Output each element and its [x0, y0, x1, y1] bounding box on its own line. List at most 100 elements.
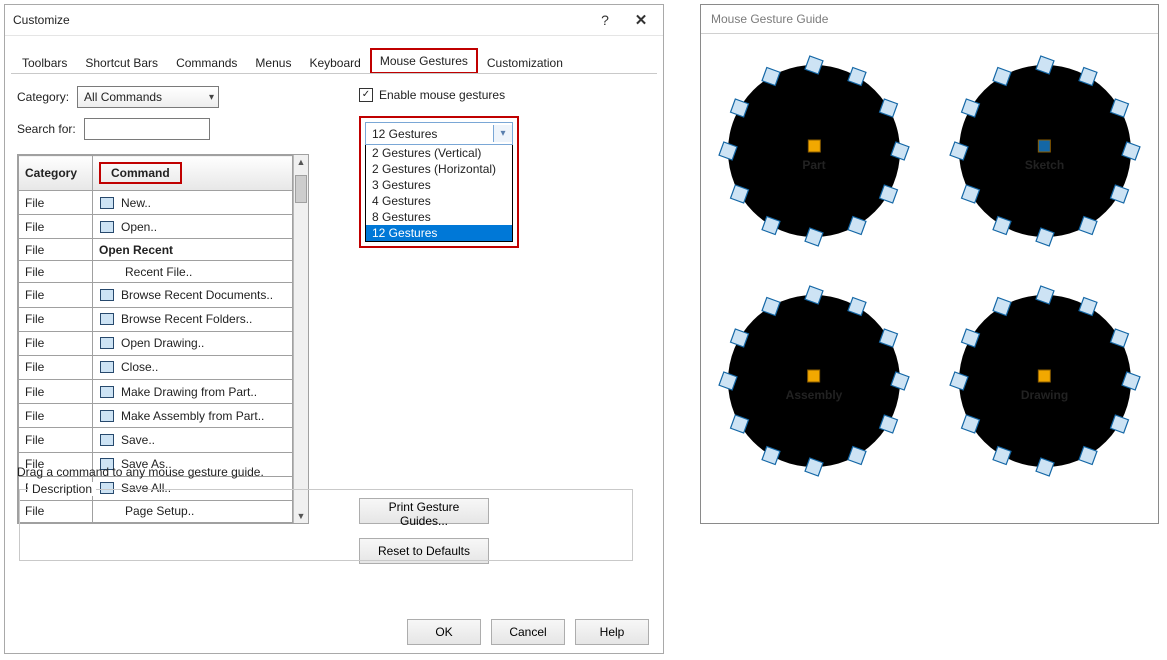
table-row[interactable]: File Close..	[19, 355, 293, 379]
col-header-command[interactable]: Command	[93, 156, 293, 191]
cell-command: Save..	[93, 428, 293, 452]
enable-gestures-label: Enable mouse gestures	[379, 88, 505, 102]
gesture-option[interactable]: 4 Gestures	[366, 193, 512, 209]
command-label: Open..	[121, 220, 157, 234]
gesture-option[interactable]: 2 Gestures (Vertical)	[366, 145, 512, 161]
cell-command: Open Recent	[93, 239, 293, 261]
search-for-label: Search for:	[17, 122, 76, 136]
command-label: New..	[121, 196, 151, 210]
close-doc-icon	[99, 359, 115, 375]
cell-command: Open Drawing..	[93, 331, 293, 355]
gesture-ring-part[interactable]: Part	[709, 46, 919, 256]
scroll-thumb[interactable]	[295, 175, 307, 203]
dropdown-arrow-icon: ▾	[493, 125, 512, 142]
cell-category: File	[19, 331, 93, 355]
dialog-titlebar: Customize ? ✕	[5, 5, 663, 36]
save-icon	[99, 432, 115, 448]
gesture-count-value: 12 Gestures	[372, 127, 437, 141]
open-drawing-icon	[99, 335, 115, 351]
command-label: Make Drawing from Part..	[121, 385, 257, 399]
make-drawing-icon	[99, 384, 115, 400]
make-assembly-icon	[99, 408, 115, 424]
cell-category: File	[19, 283, 93, 307]
gesture-option[interactable]: 2 Gestures (Horizontal)	[366, 161, 512, 177]
tab-mouse-gestures[interactable]: Mouse Gestures	[370, 48, 478, 74]
command-label: Browse Recent Folders..	[121, 312, 252, 326]
gesture-option[interactable]: 8 Gestures	[366, 209, 512, 225]
table-row[interactable]: File Open Recent	[19, 239, 293, 261]
tabstrip: Toolbars Shortcut Bars Commands Menus Ke…	[5, 36, 663, 74]
gesture-count-dropdown[interactable]: 12 Gestures ▾	[365, 122, 513, 145]
command-label: Open Recent	[99, 243, 173, 257]
table-row[interactable]: File Open..	[19, 215, 293, 239]
category-label: Category:	[17, 90, 69, 104]
table-row[interactable]: File Recent File..	[19, 261, 293, 283]
cell-category: File	[19, 428, 93, 452]
enable-gestures-checkbox[interactable]: ✓	[359, 88, 373, 102]
gesture-guide-title: Mouse Gesture Guide	[701, 5, 1158, 34]
description-groupbox: Description	[19, 489, 633, 561]
cell-category: File	[19, 261, 93, 283]
recent-docs-icon	[99, 287, 115, 303]
tab-keyboard[interactable]: Keyboard	[300, 51, 369, 74]
cell-command: Make Assembly from Part..	[93, 404, 293, 428]
close-button[interactable]: ✕	[623, 7, 659, 33]
dialog-title: Customize	[13, 13, 587, 27]
instruction-text: Drag a command to any mouse gesture guid…	[17, 465, 264, 479]
scroll-up-arrow-icon[interactable]: ▲	[294, 155, 308, 169]
command-label: Recent File..	[125, 265, 192, 279]
blank-page-icon	[99, 195, 115, 211]
command-label: Close..	[121, 360, 158, 374]
dropdown-arrow-icon: ▾	[209, 92, 214, 103]
customize-dialog: Customize ? ✕ Toolbars Shortcut Bars Com…	[4, 4, 664, 654]
table-row[interactable]: File Browse Recent Documents..	[19, 283, 293, 307]
cell-command: Browse Recent Documents..	[93, 283, 293, 307]
gesture-count-area: 12 Gestures ▾ 2 Gestures (Vertical)2 Ges…	[359, 116, 519, 248]
command-label: Open Drawing..	[121, 336, 204, 350]
table-row[interactable]: File Make Drawing from Part..	[19, 380, 293, 404]
tab-menus[interactable]: Menus	[246, 51, 300, 74]
search-input[interactable]	[84, 118, 210, 140]
tab-customization[interactable]: Customization	[478, 51, 572, 74]
open-folder-icon	[99, 219, 115, 235]
command-label: Browse Recent Documents..	[121, 288, 273, 302]
cell-category: File	[19, 355, 93, 379]
tab-shortcut-bars[interactable]: Shortcut Bars	[76, 51, 167, 74]
gesture-ring-drawing[interactable]: Drawing	[940, 276, 1150, 486]
table-row[interactable]: File Browse Recent Folders..	[19, 307, 293, 331]
category-combo-value: All Commands	[84, 90, 162, 104]
tab-toolbars[interactable]: Toolbars	[13, 51, 76, 74]
ok-button[interactable]: OK	[407, 619, 481, 645]
help-button[interactable]: Help	[575, 619, 649, 645]
command-label: Make Assembly from Part..	[121, 409, 264, 423]
gesture-option[interactable]: 3 Gestures	[366, 177, 512, 193]
gesture-guide-panel: Mouse Gesture Guide Part Sketch	[700, 4, 1159, 524]
gesture-option[interactable]: 12 Gestures	[366, 225, 512, 241]
cell-category: File	[19, 307, 93, 331]
cell-command: New..	[93, 191, 293, 215]
help-button[interactable]: ?	[587, 8, 623, 32]
cell-command: Recent File..	[93, 261, 293, 283]
cell-category: File	[19, 380, 93, 404]
cell-category: File	[19, 191, 93, 215]
cell-category: File	[19, 239, 93, 261]
gesture-ring-sketch[interactable]: Sketch	[940, 46, 1150, 256]
gesture-count-list: 2 Gestures (Vertical)2 Gestures (Horizon…	[365, 145, 513, 242]
tab-commands[interactable]: Commands	[167, 51, 246, 74]
table-row[interactable]: File Save..	[19, 428, 293, 452]
cell-category: File	[19, 404, 93, 428]
command-label: Save..	[121, 433, 155, 447]
table-row[interactable]: File Make Assembly from Part..	[19, 404, 293, 428]
gesture-ring-assembly[interactable]: Assembly	[709, 276, 919, 486]
cancel-button[interactable]: Cancel	[491, 619, 565, 645]
cell-command: Make Drawing from Part..	[93, 380, 293, 404]
table-scrollbar[interactable]: ▲ ▼	[293, 155, 308, 523]
table-row[interactable]: File Open Drawing..	[19, 331, 293, 355]
cell-command: Browse Recent Folders..	[93, 307, 293, 331]
cell-command: Close..	[93, 355, 293, 379]
category-combo[interactable]: All Commands ▾	[77, 86, 219, 108]
col-header-category[interactable]: Category	[19, 156, 93, 191]
recent-folders-icon	[99, 311, 115, 327]
cell-category: File	[19, 215, 93, 239]
table-row[interactable]: File New..	[19, 191, 293, 215]
